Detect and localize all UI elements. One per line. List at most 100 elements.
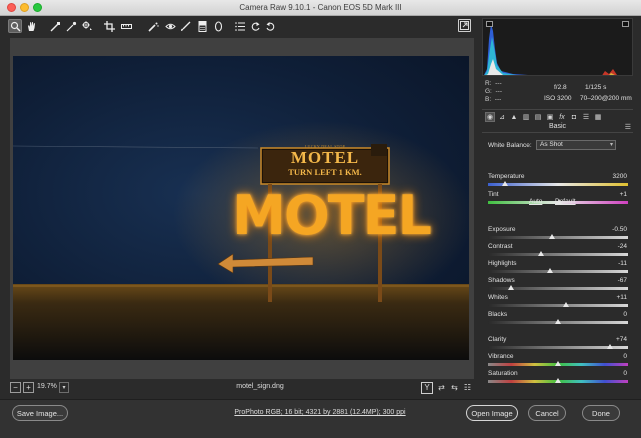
- crop-tool-icon[interactable]: [102, 19, 116, 33]
- highlights-slider[interactable]: [488, 268, 628, 273]
- contrast-slider[interactable]: [488, 251, 628, 256]
- open-image-button[interactable]: Open Image: [466, 405, 518, 421]
- fullscreen-icon[interactable]: [458, 19, 471, 32]
- red-readout: R: ---: [485, 80, 502, 87]
- blacks-label: Blacks: [488, 311, 508, 318]
- saturation-slider-thumb[interactable]: [555, 378, 561, 383]
- contrast-label: Contrast: [488, 243, 513, 250]
- tool-bar: [8, 18, 474, 35]
- camera-calibration-icon[interactable]: ◘: [569, 112, 579, 122]
- exposure-slider[interactable]: [488, 234, 628, 239]
- targeted-adjustment-icon[interactable]: [80, 19, 94, 33]
- exposure-value[interactable]: -0.50: [587, 226, 627, 233]
- rotate-left-icon[interactable]: [248, 19, 262, 33]
- sign-turn-left: TURN LEFT 1 KM.: [288, 167, 362, 177]
- adjustment-brush-icon[interactable]: [178, 19, 192, 33]
- straighten-tool-icon[interactable]: [119, 19, 133, 33]
- whites-slider-thumb[interactable]: [562, 302, 569, 307]
- zoom-tool-icon[interactable]: [8, 19, 22, 33]
- radial-filter-icon[interactable]: [211, 19, 225, 33]
- panel-menu-icon[interactable]: ☰: [625, 123, 631, 131]
- highlights-slider-thumb[interactable]: [547, 268, 554, 273]
- zoom-dropdown[interactable]: ▾: [59, 382, 69, 393]
- clarity-value[interactable]: +74: [587, 336, 627, 343]
- temperature-label: Temperature: [488, 173, 525, 180]
- copy-settings-icon[interactable]: ⇆: [449, 382, 460, 393]
- zoom-in-button[interactable]: +: [23, 382, 34, 393]
- tone-curve-icon[interactable]: ⊿: [497, 112, 507, 122]
- shadows-slider-thumb[interactable]: [508, 285, 515, 290]
- contrast-slider-thumb[interactable]: [538, 251, 545, 256]
- presets-icon[interactable]: ☰: [581, 112, 591, 122]
- image-preview-area[interactable]: LUCKY DEAL STOP MOTEL TURN LEFT 1 KM. MO…: [10, 38, 474, 379]
- basic-panel-icon[interactable]: ◉: [485, 112, 495, 122]
- detail-icon[interactable]: ▲: [509, 112, 519, 122]
- lens-corrections-icon[interactable]: ▣: [545, 112, 555, 122]
- clarity-slider[interactable]: [488, 344, 628, 349]
- temperature-slider[interactable]: [488, 181, 628, 186]
- temperature-slider-thumb[interactable]: [501, 181, 508, 186]
- swap-settings-icon[interactable]: ⇄: [436, 382, 447, 393]
- contrast-value[interactable]: -24: [587, 243, 627, 250]
- rotate-right-icon[interactable]: [263, 19, 277, 33]
- workflow-options-link[interactable]: ProPhoto RGB; 16 bit; 4321 by 2881 (12.4…: [180, 409, 460, 416]
- shadows-value[interactable]: -67: [587, 277, 627, 284]
- snapshots-icon[interactable]: ▦: [593, 112, 603, 122]
- lens-readout: 70–200@200 mm: [580, 95, 632, 102]
- default-button[interactable]: Default: [555, 198, 576, 205]
- sign-motel-big: MOTEL: [232, 184, 432, 247]
- green-readout: G: ---: [485, 88, 502, 95]
- highlights-label: Highlights: [488, 260, 517, 267]
- zoom-out-button[interactable]: −: [10, 382, 21, 393]
- blacks-slider-thumb[interactable]: [555, 319, 561, 324]
- preferences-icon[interactable]: [233, 19, 247, 33]
- white-balance-select[interactable]: As Shot ▾: [536, 140, 616, 150]
- iso-readout: ISO 3200: [544, 95, 572, 102]
- exposure-label: Exposure: [488, 226, 516, 233]
- vibrance-value[interactable]: 0: [587, 353, 627, 360]
- color-sampler-icon[interactable]: [64, 19, 78, 33]
- before-after-toggle[interactable]: Y: [421, 382, 433, 394]
- whites-value[interactable]: +11: [587, 294, 627, 301]
- vibrance-slider[interactable]: [488, 361, 628, 366]
- saturation-value[interactable]: 0: [587, 370, 627, 377]
- shadows-label: Shadows: [488, 277, 515, 284]
- shadows-slider[interactable]: [488, 285, 628, 290]
- toggle-settings-icon[interactable]: ☷: [462, 382, 473, 393]
- temperature-value[interactable]: 3200: [587, 173, 627, 180]
- panel-title: Basic ☰: [482, 123, 633, 133]
- clarity-label: Clarity: [488, 336, 507, 343]
- save-image-button[interactable]: Save Image...: [12, 405, 68, 421]
- bottom-bar: Save Image... ProPhoto RGB; 16 bit; 4321…: [0, 399, 641, 438]
- tint-value[interactable]: +1: [587, 191, 627, 198]
- window-title: Camera Raw 9.10.1 - Canon EOS 5D Mark II…: [239, 3, 402, 12]
- white-balance-label: White Balance:: [488, 142, 532, 149]
- split-toning-icon[interactable]: ▤: [533, 112, 543, 122]
- whites-label: Whites: [488, 294, 508, 301]
- saturation-slider[interactable]: [488, 378, 628, 383]
- graduated-filter-icon[interactable]: [195, 19, 209, 33]
- effects-icon[interactable]: fx: [557, 112, 567, 122]
- red-eye-removal-icon[interactable]: [163, 19, 177, 33]
- highlights-value[interactable]: -11: [587, 260, 627, 267]
- cancel-button[interactable]: Cancel: [528, 405, 566, 421]
- spot-removal-icon[interactable]: [146, 19, 160, 33]
- hand-tool-icon[interactable]: [24, 19, 38, 33]
- clarity-slider-thumb[interactable]: [606, 344, 613, 349]
- panel-tab-bar: ◉ ⊿ ▲ ▥ ▤ ▣ fx ◘ ☰ ▦: [482, 109, 633, 122]
- zoom-level: 19.7%: [37, 383, 57, 390]
- exposure-slider-thumb[interactable]: [549, 234, 556, 239]
- blacks-slider[interactable]: [488, 319, 628, 324]
- blacks-value[interactable]: 0: [587, 311, 627, 318]
- white-balance-tool-icon[interactable]: [48, 19, 62, 33]
- whites-slider[interactable]: [488, 302, 628, 307]
- blue-readout: B: ---: [485, 96, 502, 103]
- histogram-graph: [484, 24, 617, 75]
- photo-preview: LUCKY DEAL STOP MOTEL TURN LEFT 1 KM. MO…: [13, 56, 469, 360]
- hsl-icon[interactable]: ▥: [521, 112, 531, 122]
- auto-button[interactable]: Auto: [529, 198, 542, 205]
- shadow-clipping-icon[interactable]: [486, 21, 493, 27]
- highlight-clipping-icon[interactable]: [622, 21, 629, 27]
- vibrance-slider-thumb[interactable]: [555, 361, 561, 366]
- done-button[interactable]: Done: [582, 405, 620, 421]
